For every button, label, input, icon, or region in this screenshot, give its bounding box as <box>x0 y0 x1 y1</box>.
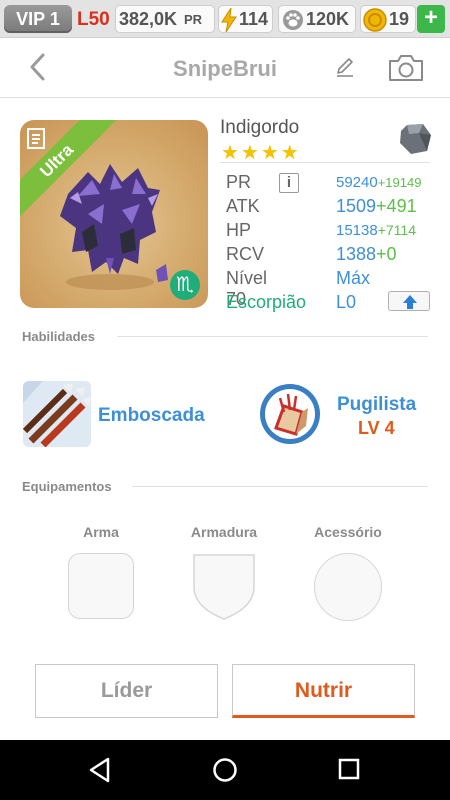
pr-bonus: +19149 <box>377 175 422 190</box>
nav-back-icon[interactable] <box>88 757 112 788</box>
up-arrow-icon <box>403 295 417 309</box>
page-header: SnipeBrui <box>0 38 450 98</box>
hp-value: 15138+7114 <box>336 222 416 239</box>
scorpio-icon: ♏ <box>170 270 200 300</box>
atk-label: ATK <box>226 196 260 216</box>
rock-element-icon <box>397 121 433 162</box>
camera-icon[interactable] <box>387 54 425 87</box>
weapon-slot[interactable] <box>68 553 134 619</box>
coin-icon <box>363 8 387 37</box>
monster-name: Indigordo <box>220 117 300 138</box>
lightning-icon <box>221 7 237 37</box>
ambush-skill-icon[interactable] <box>23 381 91 447</box>
leader-button[interactable]: Líder <box>35 664 218 718</box>
armor-slot[interactable] <box>192 553 256 620</box>
feed-button[interactable]: Nutrir <box>232 664 415 718</box>
food-counter[interactable]: 120K <box>278 5 356 33</box>
resource-bar: VIP 1 L50 382,0K PR 114 120K 19 + <box>0 0 450 38</box>
nav-recent-apps-icon[interactable] <box>338 758 360 785</box>
monster-image <box>48 154 178 299</box>
player-level: L50 <box>77 9 110 30</box>
power-rating-counter: 382,0K PR <box>115 5 215 33</box>
rcv-label: RCV <box>226 244 265 264</box>
rcv-bonus: +0 <box>376 244 397 264</box>
shield-slot-shape <box>193 554 255 620</box>
info-button[interactable]: i <box>279 173 299 193</box>
notes-icon <box>26 126 48 155</box>
power-rating-value: 382,0K <box>119 9 178 29</box>
pr-label: PR <box>226 172 252 192</box>
system-nav-bar <box>0 740 450 800</box>
rcv-value: 1388+0 <box>336 244 397 264</box>
armor-slot-label: Armadura <box>190 524 258 540</box>
skill-level: LV 4 <box>358 418 395 438</box>
coin-value: 19 <box>389 9 410 29</box>
monster-portrait[interactable]: Ultra ♏ <box>20 120 208 308</box>
divider <box>220 162 430 163</box>
pr-value: 59240+19149 <box>336 174 422 191</box>
divider <box>132 486 428 487</box>
vip-badge[interactable]: VIP 1 <box>4 5 72 33</box>
sign-level-value: L0 <box>336 292 357 312</box>
accessory-slot-label: Acessório <box>314 524 382 540</box>
pencil-icon[interactable] <box>334 56 356 83</box>
page-title: SnipeBrui <box>173 56 277 81</box>
level-value: Máx <box>336 268 371 288</box>
energy-value: 114 <box>239 9 269 29</box>
hp-bonus: +7114 <box>377 222 416 238</box>
nav-home-icon[interactable] <box>212 757 238 788</box>
skill-name[interactable]: Pugilista <box>337 394 416 416</box>
paw-icon <box>282 9 304 36</box>
hp-label: HP <box>226 220 252 240</box>
accessory-slot[interactable] <box>314 553 382 621</box>
brawler-skill-icon[interactable] <box>258 382 322 446</box>
sign-upgrade-button[interactable] <box>388 291 430 311</box>
power-rating-unit: PR <box>184 12 203 27</box>
energy-counter[interactable]: 114 <box>218 5 273 33</box>
equipment-section-title: Equipamentos <box>22 479 112 494</box>
atk-bonus: +491 <box>376 196 417 216</box>
sign-label: Escorpião <box>226 292 307 312</box>
atk-value: 1509+491 <box>336 196 417 216</box>
skill-name[interactable]: Emboscada <box>98 405 205 427</box>
divider <box>117 336 428 337</box>
food-value: 120K <box>306 9 350 29</box>
coin-counter[interactable]: 19 <box>360 5 416 33</box>
add-currency-button[interactable]: + <box>417 5 445 33</box>
weapon-slot-label: Arma <box>83 524 119 540</box>
skills-section-title: Habilidades <box>22 329 95 344</box>
